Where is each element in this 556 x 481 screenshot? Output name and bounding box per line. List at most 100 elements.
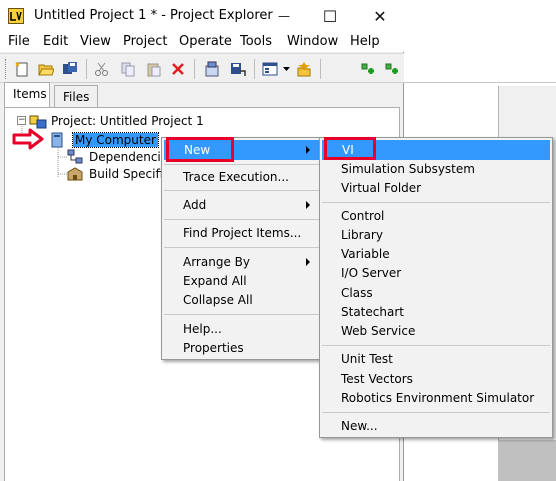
menu-window[interactable]: Window <box>287 34 338 49</box>
tree-item-dependencies[interactable]: Dependencies <box>67 148 174 166</box>
submenu-unit-test[interactable]: Unit Test <box>322 349 550 369</box>
toolbar-grip[interactable] <box>5 59 8 79</box>
copy-icon[interactable] <box>120 61 136 77</box>
submenu-test-vectors[interactable]: Test Vectors <box>322 369 550 389</box>
menu-tools[interactable]: Tools <box>240 34 272 49</box>
menu-separator <box>164 164 320 165</box>
properties-icon[interactable] <box>204 61 220 77</box>
submenu-io-server-label: I/O Server <box>341 266 402 280</box>
menu-separator <box>164 190 320 191</box>
computer-icon <box>51 132 63 148</box>
submenu-virtual-folder[interactable]: Virtual Folder <box>322 178 550 198</box>
submenu-variable[interactable]: Variable <box>322 244 550 264</box>
menu-separator <box>164 219 320 220</box>
submenu-control[interactable]: Control <box>322 206 550 226</box>
context-menu-find-project-items-label: Find Project Items... <box>183 226 302 240</box>
submenu-unit-test-label: Unit Test <box>341 352 393 366</box>
submenu-class-label: Class <box>341 286 373 300</box>
tab-items-label: Items <box>13 87 47 101</box>
submenu-variable-label: Variable <box>341 247 390 261</box>
submenu-web-service[interactable]: Web Service <box>322 321 550 341</box>
context-menu-collapse-all-label: Collapse All <box>183 293 253 307</box>
save-build-icon[interactable] <box>230 61 246 77</box>
context-menu-expand-all[interactable]: Expand All <box>164 271 320 291</box>
chevron-down-icon[interactable] <box>283 67 290 72</box>
context-menu-help[interactable]: Help... <box>164 319 320 339</box>
toolbar-separator <box>320 59 321 79</box>
maximize-icon: ☐ <box>322 6 338 26</box>
build-specifications-icon <box>67 167 83 181</box>
tab-bar: Items Files <box>0 82 404 109</box>
tree-item-project[interactable]: Project: Untitled Project 1 <box>29 112 204 130</box>
toolbar <box>0 53 404 83</box>
context-menu-properties-label: Properties <box>183 341 244 355</box>
title-bar[interactable]: Untitled Project 1 * - Project Explorer … <box>0 0 404 32</box>
context-menu: New Trace Execution... Add Find Project … <box>161 137 323 360</box>
minimize-button[interactable]: — <box>264 0 304 32</box>
submenu-class[interactable]: Class <box>322 283 550 303</box>
background-divider <box>403 82 556 83</box>
menu-bar: File Edit View Project Operate Tools Win… <box>0 32 404 52</box>
minimize-icon: — <box>278 9 290 23</box>
submenu-virtual-folder-label: Virtual Folder <box>341 181 422 195</box>
context-menu-collapse-all[interactable]: Collapse All <box>164 290 320 310</box>
tab-files[interactable]: Files <box>54 85 98 109</box>
tab-files-label: Files <box>63 90 90 104</box>
menu-edit[interactable]: Edit <box>43 34 68 49</box>
annotation-box-vi <box>324 137 376 160</box>
menu-separator <box>322 202 550 203</box>
cut-icon[interactable] <box>94 61 110 77</box>
close-button[interactable]: ✕ <box>360 0 400 32</box>
context-menu-trace-execution[interactable]: Trace Execution... <box>164 167 320 187</box>
submenu-new-dialog[interactable]: New... <box>322 416 550 436</box>
expand-all-icon[interactable] <box>360 61 376 77</box>
collapse-project-toggle[interactable]: − <box>17 116 26 125</box>
tab-items[interactable]: Items <box>4 82 50 108</box>
submenu-arrow-icon <box>306 258 310 266</box>
menu-file[interactable]: File <box>8 34 30 49</box>
context-menu-find-project-items[interactable]: Find Project Items... <box>164 223 320 243</box>
window-title: Untitled Project 1 * - Project Explorer <box>34 8 273 23</box>
tree-item-project-label: Project: Untitled Project 1 <box>51 114 204 128</box>
context-menu-arrange-by-label: Arrange By <box>183 255 250 269</box>
submenu-statechart-label: Statechart <box>341 305 404 319</box>
context-menu-arrange-by[interactable]: Arrange By <box>164 252 320 272</box>
submenu-statechart[interactable]: Statechart <box>322 302 550 322</box>
menu-operate[interactable]: Operate <box>179 34 232 49</box>
new-submenu: VI Simulation Subsystem Virtual Folder C… <box>319 137 553 438</box>
submenu-simulation-subsystem[interactable]: Simulation Subsystem <box>322 159 550 179</box>
view-dropdown-icon[interactable] <box>262 61 278 77</box>
annotation-box-new <box>166 137 234 162</box>
menu-help[interactable]: Help <box>350 34 380 49</box>
menu-separator <box>164 247 320 248</box>
maximize-button[interactable]: ☐ <box>310 0 350 32</box>
add-files-icon[interactable] <box>296 61 312 77</box>
submenu-control-label: Control <box>341 209 385 223</box>
submenu-test-vectors-label: Test Vectors <box>341 372 413 386</box>
paste-icon[interactable] <box>146 61 162 77</box>
submenu-library[interactable]: Library <box>322 225 550 245</box>
submenu-web-service-label: Web Service <box>341 324 416 338</box>
annotation-arrow-icon <box>12 128 44 150</box>
menu-project[interactable]: Project <box>123 34 167 49</box>
open-icon[interactable] <box>38 61 54 77</box>
collapse-all-icon[interactable] <box>384 61 400 77</box>
context-menu-properties[interactable]: Properties <box>164 338 320 358</box>
context-menu-add[interactable]: Add <box>164 195 320 215</box>
toolbar-separator <box>194 59 195 79</box>
menu-view[interactable]: View <box>80 34 111 49</box>
delete-icon[interactable] <box>170 61 186 77</box>
new-icon[interactable] <box>14 61 30 77</box>
project-icon <box>29 115 47 129</box>
save-all-icon[interactable] <box>62 61 78 77</box>
submenu-library-label: Library <box>341 228 383 242</box>
submenu-io-server[interactable]: I/O Server <box>322 263 550 283</box>
submenu-simulation-subsystem-label: Simulation Subsystem <box>341 162 475 176</box>
tree-item-my-computer[interactable]: My Computer <box>49 131 159 149</box>
menu-separator <box>322 412 550 413</box>
submenu-robotics-environment-simulator[interactable]: Robotics Environment Simulator <box>322 388 550 408</box>
context-menu-add-label: Add <box>183 198 207 212</box>
context-menu-trace-execution-label: Trace Execution... <box>183 170 289 184</box>
submenu-new-dialog-label: New... <box>341 419 378 433</box>
menu-separator <box>322 345 550 346</box>
